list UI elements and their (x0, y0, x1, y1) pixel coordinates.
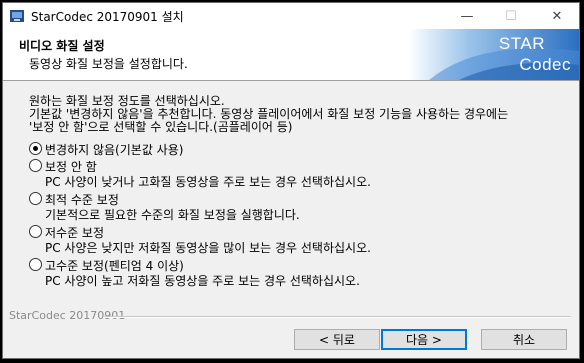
instructions: 원하는 화질 보정 정도를 선택하십시오. 기본값 '변경하지 않음'을 추천합… (29, 95, 508, 134)
next-button[interactable]: 다음 > (381, 329, 467, 350)
installer-window: StarCodec 20170901 설치 — ☐ ✕ 비디오 화질 설정 동영… (2, 2, 580, 359)
window-title: StarCodec 20170901 설치 (31, 10, 184, 24)
radio-button[interactable] (29, 142, 42, 155)
back-button[interactable]: < 뒤로 (294, 329, 380, 350)
radio-button[interactable] (29, 225, 42, 238)
maximize-icon: ☐ (505, 8, 517, 24)
wizard-header: 비디오 화질 설정 동영상 화질 보정을 설정합니다. STAR Codec (3, 29, 579, 81)
option-description: PC 사양은 낮지만 저화질 동영상을 많이 보는 경우 선택하십시오. (45, 241, 371, 255)
close-button[interactable]: ✕ (535, 3, 579, 29)
radio-button[interactable] (29, 192, 42, 205)
installer-app-icon (9, 8, 25, 24)
title-bar: StarCodec 20170901 설치 — ☐ ✕ (3, 3, 579, 29)
option-description: PC 사양이 높고 저화질 동영상을 주로 보는 경우 선택하십시오. (45, 274, 360, 288)
starcodec-logo: STAR Codec (409, 29, 579, 80)
maximize-button[interactable]: ☐ (489, 3, 533, 29)
radio-button[interactable] (29, 159, 42, 172)
minimize-button[interactable]: — (445, 3, 489, 29)
close-icon: ✕ (551, 8, 563, 24)
instructions-line: '보정 안 함'으로 선택할 수 있습니다.(곰플레이어 등) (29, 120, 293, 134)
logo-text-codec: Codec (519, 55, 571, 74)
option-description: PC 사양이 낮거나 고화질 동영상을 주로 보는 경우 선택하십시오. (45, 175, 371, 189)
footer-divider (103, 316, 571, 318)
wizard-content: 원하는 화질 보정 정도를 선택하십시오. 기본값 '변경하지 않음'을 추천합… (3, 81, 579, 358)
minimize-icon: — (460, 8, 474, 24)
option-description: 기본적으로 필요한 수준의 화질 보정을 실행합니다. (45, 208, 300, 222)
page-subtitle: 동영상 화질 보정을 설정합니다. (29, 57, 188, 71)
radio-button[interactable] (29, 258, 42, 271)
option-label: 변경하지 않음(기본값 사용) (45, 143, 184, 157)
cancel-button[interactable]: 취소 (481, 329, 567, 350)
logo-text-star: STAR (498, 34, 545, 53)
page-title: 비디오 화질 설정 (19, 39, 105, 53)
